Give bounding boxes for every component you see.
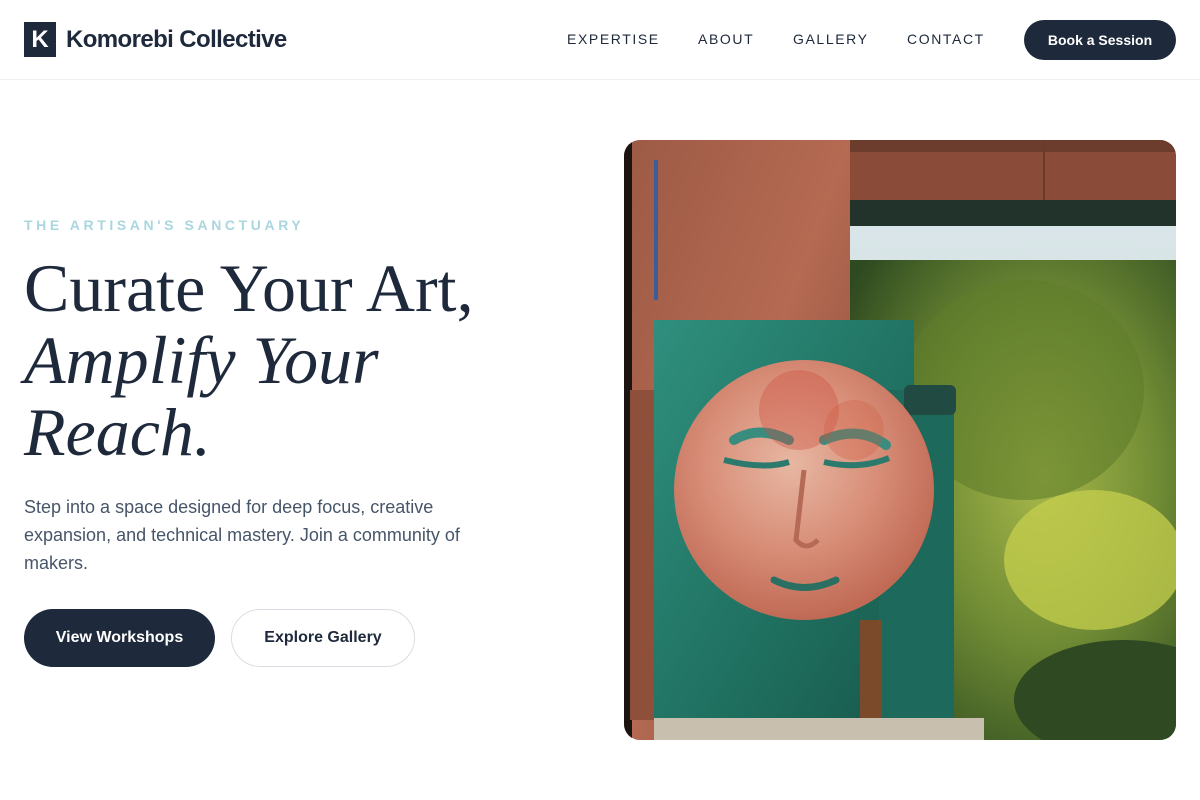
nav-link-gallery[interactable]: GALLERY [793, 31, 869, 47]
site-header: K Komorebi Collective EXPERTISE ABOUT GA… [0, 0, 1200, 80]
explore-gallery-button[interactable]: Explore Gallery [231, 609, 415, 667]
headline-line-1: Curate Your Art, [24, 250, 474, 326]
main-nav: EXPERTISE ABOUT GALLERY CONTACT [0, 31, 1200, 51]
hero-description: Step into a space designed for deep focu… [24, 497, 460, 573]
nav-link-expertise[interactable]: EXPERTISE [567, 31, 660, 47]
book-session-button[interactable]: Book a Session [1024, 20, 1176, 60]
view-workshops-button[interactable]: View Workshops [24, 609, 215, 667]
hero-image [624, 140, 1176, 740]
hero-headline: Curate Your Art, Amplify Your Reach. [24, 252, 584, 468]
headline-line-2: Amplify Your [24, 322, 379, 398]
nav-link-about[interactable]: ABOUT [698, 31, 754, 47]
hero-eyebrow: THE ARTISAN'S SANCTUARY [24, 217, 305, 233]
headline-line-3: Reach. [24, 394, 211, 470]
painted-moon-artwork-image [624, 140, 1176, 740]
nav-link-contact[interactable]: CONTACT [907, 31, 985, 47]
